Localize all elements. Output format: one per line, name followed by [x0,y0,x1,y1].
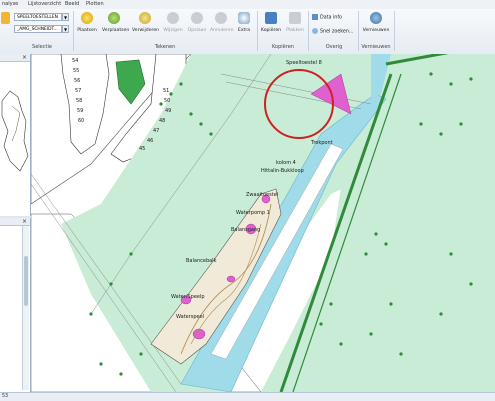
label-zwaaitoestel: Zwaaitoestel [246,192,278,198]
wijzigen-icon [167,12,179,24]
label-trekpont: Trekpont [310,140,333,146]
separator [308,11,309,51]
layer-combo[interactable]: SPEELTOESTELLEN [14,13,62,21]
menu-lijstoverzicht[interactable]: Lijstoverzicht [28,1,61,7]
kopieren-button[interactable]: Kopiëren [260,12,282,44]
opslaan-icon [191,12,203,24]
chevron-down-icon[interactable]: ▼ [62,25,69,33]
snel-zoeken-button[interactable]: Snel zoeken... [312,28,353,35]
close-icon[interactable]: × [22,218,27,225]
vernieuwen-button[interactable]: Vernieuwen [362,12,390,44]
svg-text:49: 49 [165,108,171,114]
svg-text:46: 46 [147,138,153,144]
svg-text:54: 54 [72,58,78,64]
verplaatsen-icon [108,12,120,24]
group-label-vernieuwen: Vernieuwen [361,44,391,50]
menu-plotten[interactable]: Plotten [86,1,104,7]
chevron-down-icon[interactable]: ▼ [62,13,69,21]
verplaatsen-button[interactable]: Verplaatsen [102,12,129,44]
svg-text:48: 48 [159,118,165,124]
svg-text:58: 58 [76,98,82,104]
ribbon: SPEELTOESTELLEN ▼ _AMG_SCHNEIDT... ▼ Sel… [0,9,495,55]
separator [73,11,74,51]
svg-text:56: 56 [74,78,80,84]
annuleren-icon [215,12,227,24]
svg-text:50: 50 [164,98,170,104]
search-icon [312,28,318,34]
extra-icon [238,12,250,24]
verwijderen-icon [139,12,151,24]
select-icon [1,12,10,24]
paste-icon [289,12,301,24]
group-label-overig: Overig [325,44,343,50]
close-icon[interactable]: × [22,54,27,61]
scrollbar-thumb[interactable] [24,256,28,306]
annuleren-button[interactable]: Annuleren [210,12,234,44]
opslaan-button[interactable]: Opslaan [186,12,208,44]
svg-text:59: 59 [77,108,83,114]
svg-text:55: 55 [73,68,79,74]
separator [358,11,359,51]
group-label-selectie: Selectie [32,44,52,50]
info-icon [312,14,318,20]
svg-text:45: 45 [139,146,145,152]
secondary-pane-header: × [0,218,30,226]
label-waterpomp: Waterpomp 1 [236,210,270,216]
map-canvas[interactable]: 54 55 56 57 58 59 60 51 50 49 48 47 46 4… [31,54,495,392]
label-speeltoestel: Speeltoestel 8 [286,60,322,66]
extra-button[interactable]: Extra [233,12,255,44]
label-waterspeelp: Water/Speelp [171,294,205,300]
data-info-button[interactable]: Data info [312,14,342,21]
svg-text:51: 51 [163,88,169,94]
object-combo[interactable]: _AMG_SCHNEIDT... [14,25,62,33]
svg-text:60: 60 [78,118,84,124]
refresh-icon [370,12,382,24]
selection-tool-button[interactable] [0,12,11,44]
secondary-pane: × [0,218,31,392]
label-balancebalk: Balancebalk [186,258,217,264]
menu-beeld[interactable]: Beeld [65,1,79,7]
status-text: 53 [2,394,9,399]
svg-text:47: 47 [153,128,159,134]
plaatsen-button[interactable]: Plaatsen [76,12,98,44]
plaatsen-icon [81,12,93,24]
copy-icon [265,12,277,24]
separator [257,11,258,51]
wijzigen-button[interactable]: Wijzigen [162,12,184,44]
group-label-tekenen: Tekenen [154,44,176,50]
scrollbar[interactable] [22,226,29,390]
svg-text:57: 57 [75,88,81,94]
map-svg[interactable]: 54 55 56 57 58 59 60 51 50 49 48 47 46 4… [31,54,495,392]
group-label-kopieren: Kopiëren [272,44,294,50]
menu-analyse[interactable]: nalyse [2,1,18,7]
verwijderen-button[interactable]: Verwijderen [132,12,159,44]
separator [394,11,395,51]
label-waterspeel: Waterspeel [176,314,204,320]
label-hittalin: Hittalin-Bukkloop [261,168,304,174]
plakken-button[interactable]: Plakken [284,12,306,44]
overview-map[interactable] [0,61,30,216]
overview-pane: × [0,54,31,216]
label-balansgang: Balansgang [231,227,260,233]
label-kolom: kolom 4 [276,160,296,166]
